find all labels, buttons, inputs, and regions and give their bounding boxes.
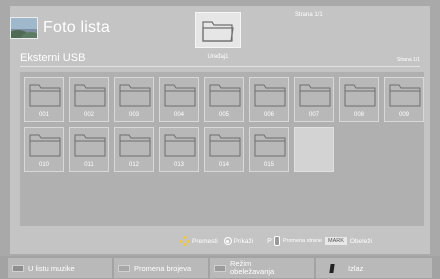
hint-bar: Premesti Prikaži P Promena strane MARK O… <box>180 236 372 246</box>
music-list-button[interactable]: U listu muzike <box>8 258 112 278</box>
folder-tile[interactable]: 003 <box>114 77 154 122</box>
folder-number: 002 <box>83 112 94 118</box>
folder-icon <box>119 134 151 157</box>
folder-icon <box>209 134 241 157</box>
move-hint-label: Premesti <box>192 237 218 245</box>
page-key-icon <box>273 236 280 246</box>
folder-tile[interactable]: 005 <box>204 77 244 122</box>
device-folder-button[interactable] <box>195 12 241 48</box>
folder-icon <box>74 134 106 157</box>
photo-list-icon <box>10 17 38 39</box>
device-label: Uređaj1 <box>207 54 229 60</box>
show-hint-label: Prikaži <box>233 237 254 245</box>
mark-hint-label: Obeleži <box>349 237 372 245</box>
page-hint: P Promena strane <box>253 236 322 246</box>
folder-icon <box>299 84 331 107</box>
source-label: Eksterni USB <box>20 52 86 64</box>
exit-label: Izlaz <box>348 263 364 273</box>
folder-tile[interactable]: 014 <box>204 127 244 172</box>
folder-icon <box>254 134 286 157</box>
page-indicator-small: Strana 1/1 <box>396 57 420 63</box>
ok-icon <box>223 237 232 245</box>
folder-tile[interactable]: 001 <box>24 77 64 122</box>
blue-key-icon <box>329 263 335 273</box>
empty-slot <box>294 127 334 172</box>
mark-hint: MARK Obeleži <box>322 237 372 245</box>
title-row: Foto lista <box>10 14 110 42</box>
exit-button[interactable]: Izlaz <box>316 258 432 278</box>
folder-icon <box>254 84 286 107</box>
folder-icon <box>344 84 376 107</box>
folder-icon <box>389 84 421 107</box>
folder-icon <box>209 84 241 107</box>
mark-mode-label: Režim obeležavanja <box>230 260 274 276</box>
mark-mode-button[interactable]: Režim obeležavanja <box>210 258 314 278</box>
folder-grid: 001 002 003 004 005 006 007 008 009 010 011 012 013 0… <box>20 72 424 226</box>
folder-number: 009 <box>398 112 409 118</box>
mark-key-badge: MARK <box>324 237 347 245</box>
folder-tile[interactable]: 011 <box>69 127 109 172</box>
folder-icon <box>164 134 196 157</box>
folder-number: 011 <box>84 162 94 168</box>
folder-icon <box>119 84 151 107</box>
folder-icon <box>74 84 106 107</box>
page-hint-label: Promena strane <box>282 238 322 244</box>
folder-number: 013 <box>173 162 184 168</box>
red-key-icon <box>12 264 24 272</box>
folder-icon <box>29 134 61 157</box>
folder-number: 012 <box>128 162 139 168</box>
folder-number: 015 <box>263 162 274 168</box>
folder-tile[interactable]: 015 <box>249 127 289 172</box>
folder-number: 004 <box>173 112 184 118</box>
folder-number: 005 <box>218 112 229 118</box>
folder-number: 006 <box>263 112 274 118</box>
folder-tile[interactable]: 009 <box>384 77 424 122</box>
page-key-label: P <box>267 237 272 245</box>
folder-number: 001 <box>38 112 49 118</box>
change-numbers-button[interactable]: Promena brojeva <box>114 258 208 278</box>
folder-icon <box>29 84 61 107</box>
music-list-label: U listu muzike <box>28 263 75 273</box>
folder-tile[interactable]: 012 <box>114 127 154 172</box>
folder-tile[interactable]: 013 <box>159 127 199 172</box>
folder-tile[interactable]: 010 <box>24 127 64 172</box>
folder-tile[interactable]: 007 <box>294 77 334 122</box>
folder-number: 008 <box>353 112 364 118</box>
header-divider <box>20 66 420 67</box>
move-hint: Premesti <box>180 236 218 246</box>
yellow-key-icon <box>214 264 226 272</box>
folder-tile[interactable]: 006 <box>249 77 289 122</box>
page-title: Foto lista <box>43 19 110 36</box>
folder-tile[interactable]: 004 <box>159 77 199 122</box>
bottom-bar: U listu muzike Promena brojeva Režim obe… <box>0 256 440 279</box>
folder-number: 007 <box>308 112 319 118</box>
folder-icon <box>164 84 196 107</box>
folder-number: 003 <box>128 112 139 118</box>
show-hint: Prikaži <box>223 237 254 245</box>
folder-icon <box>202 21 234 42</box>
move-arrows-icon <box>180 236 190 246</box>
mark-mode-line2: obeležavanja <box>230 267 275 276</box>
change-numbers-label: Promena brojeva <box>134 263 192 273</box>
page-indicator: Strana 1/1 <box>295 12 323 18</box>
green-key-icon <box>118 264 130 272</box>
folder-tile[interactable]: 008 <box>339 77 379 122</box>
folder-number: 010 <box>38 162 49 168</box>
folder-tile[interactable]: 002 <box>69 77 109 122</box>
folder-number: 014 <box>218 162 229 168</box>
